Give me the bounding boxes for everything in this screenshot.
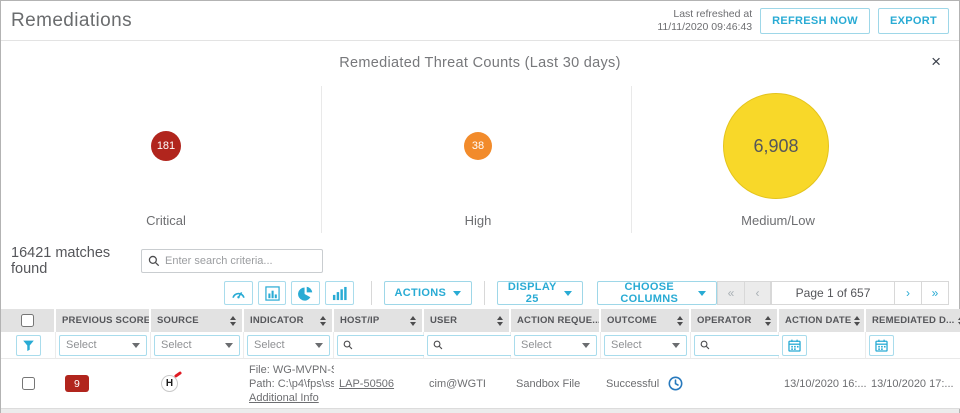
- bar-chart-button[interactable]: [257, 281, 287, 305]
- export-button[interactable]: EXPORT: [877, 7, 949, 34]
- indicator-cell: File: WG-MVPN-SSL. Path: C:\p4\fps\sslv …: [249, 363, 334, 405]
- bar-chart-icon: [264, 285, 280, 301]
- column-header-action-requested[interactable]: ACTION REQUE...: [511, 309, 601, 332]
- medium-low-count-bubble: 6,908: [723, 93, 829, 199]
- prev-page-button[interactable]: ‹: [744, 281, 772, 305]
- critical-label: Critical: [146, 213, 186, 228]
- search-input[interactable]: [165, 255, 316, 267]
- last-page-button[interactable]: »: [922, 281, 950, 305]
- search-icon: [433, 340, 443, 350]
- source-filter-select[interactable]: Select: [154, 334, 240, 356]
- high-label: High: [464, 213, 492, 228]
- indicator-path: Path: C:\p4\fps\sslv: [249, 377, 334, 390]
- panel-title: Remediated Threat Counts (Last 30 days): [339, 55, 621, 71]
- sort-icon: [230, 315, 236, 326]
- gauge-icon: [232, 291, 245, 298]
- threat-counts-panel: Remediated Threat Counts (Last 30 days) …: [1, 41, 959, 241]
- funnel-icon: [22, 340, 34, 351]
- column-chart-icon: [332, 286, 347, 300]
- close-icon[interactable]: ×: [931, 53, 941, 70]
- user-cell: cim@WGTI: [429, 377, 486, 390]
- column-header-operator[interactable]: OPERATOR: [691, 309, 779, 332]
- outcome-filter-select[interactable]: Select: [604, 334, 687, 356]
- clock-icon: [668, 376, 683, 391]
- logo-swoosh: [173, 370, 183, 379]
- column-header-source[interactable]: SOURCE: [151, 309, 244, 332]
- sort-icon: [677, 315, 683, 326]
- column-header-previous-score[interactable]: PREVIOUS SCORE: [56, 309, 151, 332]
- sort-icon: [410, 315, 416, 326]
- refresh-now-button[interactable]: REFRESH NOW: [760, 7, 870, 34]
- column-header-action-date[interactable]: ACTION DATE: [779, 309, 866, 332]
- matches-count: 16421 matches found: [11, 245, 111, 277]
- column-header-host-ip[interactable]: HOST/IP: [334, 309, 424, 332]
- page-header: Remediations Last refreshed at 11/11/202…: [1, 1, 959, 41]
- page-title: Remediations: [11, 9, 132, 31]
- next-page-button[interactable]: ›: [895, 281, 923, 305]
- action-requested-cell: Sandbox File: [516, 377, 581, 390]
- first-page-button[interactable]: «: [717, 281, 745, 305]
- additional-info-link[interactable]: Additional Info: [249, 391, 334, 405]
- search-icon: [148, 255, 160, 267]
- column-header-outcome[interactable]: OUTCOME: [601, 309, 691, 332]
- remediations-page: Remediations Last refreshed at 11/11/202…: [0, 0, 960, 413]
- actions-dropdown[interactable]: ACTIONS: [383, 281, 473, 305]
- toolbar-divider: [484, 281, 485, 305]
- remediated-date-calendar-button[interactable]: [869, 334, 894, 356]
- column-header-user[interactable]: USER: [424, 309, 511, 332]
- table-filter-row: Select Select Select × × Select Select ×: [1, 332, 960, 359]
- remediated-date-cell: 13/10/2020 17:...: [871, 377, 954, 390]
- action-requested-filter-select[interactable]: Select: [514, 334, 597, 356]
- results-bar: 16421 matches found: [1, 241, 959, 281]
- panel-divider: [631, 86, 632, 233]
- choose-columns-dropdown[interactable]: CHOOSE COLUMNS: [596, 281, 718, 305]
- panel-divider: [321, 86, 322, 233]
- high-count-bubble: 38: [464, 132, 492, 160]
- pagination: « ‹ Page 1 of 657 › »: [717, 281, 950, 305]
- gauge-chart-button[interactable]: [224, 281, 253, 305]
- sort-icon: [854, 315, 861, 326]
- toolbar: ACTIONS DISPLAY 25 CHOOSE COLUMNS « ‹ Pa…: [1, 281, 959, 309]
- previous-score-badge: 9: [65, 375, 89, 392]
- pie-chart-button[interactable]: [291, 281, 321, 305]
- calendar-icon: [788, 339, 801, 352]
- select-all-cell: [1, 309, 56, 332]
- table-header-row: PREVIOUS SCORE SOURCE INDICATOR HOST/IP …: [1, 309, 960, 332]
- previous-score-filter-select[interactable]: Select: [59, 334, 147, 356]
- table-row: 9 H File: WG-MVPN-SSL. Path: C:\p4\fps\s…: [1, 359, 960, 409]
- column-header-indicator[interactable]: INDICATOR: [244, 309, 334, 332]
- host-ip-link[interactable]: LAP-50506: [339, 378, 394, 390]
- sort-icon: [765, 315, 771, 326]
- medium-low-label: Medium/Low: [741, 213, 815, 228]
- indicator-filter-select[interactable]: Select: [247, 334, 330, 356]
- page-indicator: Page 1 of 657: [771, 281, 896, 305]
- footer-strip: [1, 409, 959, 413]
- toolbar-divider: [370, 281, 372, 305]
- display-count-dropdown[interactable]: DISPLAY 25: [496, 281, 583, 305]
- search-icon: [343, 340, 353, 350]
- select-all-checkbox[interactable]: [21, 314, 34, 327]
- action-date-cell: 13/10/2020 16:...: [784, 377, 866, 390]
- indicator-file: File: WG-MVPN-SSL.: [249, 363, 334, 376]
- sort-icon: [497, 315, 503, 326]
- sort-icon: [320, 315, 326, 326]
- critical-count-bubble: 181: [151, 131, 181, 161]
- calendar-icon: [875, 339, 888, 352]
- row-checkbox[interactable]: [22, 377, 35, 390]
- filter-button[interactable]: [15, 334, 41, 356]
- search-icon: [700, 340, 710, 350]
- column-chart-button[interactable]: [325, 281, 354, 305]
- pie-chart-icon: [298, 286, 313, 301]
- outcome-cell: Successful: [606, 376, 683, 391]
- search-box: [141, 249, 323, 273]
- column-header-remediated-date[interactable]: REMEDIATED D...: [866, 309, 960, 332]
- action-date-calendar-button[interactable]: [782, 334, 807, 356]
- source-h-logo-icon: H: [161, 370, 183, 392]
- last-refreshed-text: Last refreshed at 11/11/2020 09:46:43: [657, 7, 753, 33]
